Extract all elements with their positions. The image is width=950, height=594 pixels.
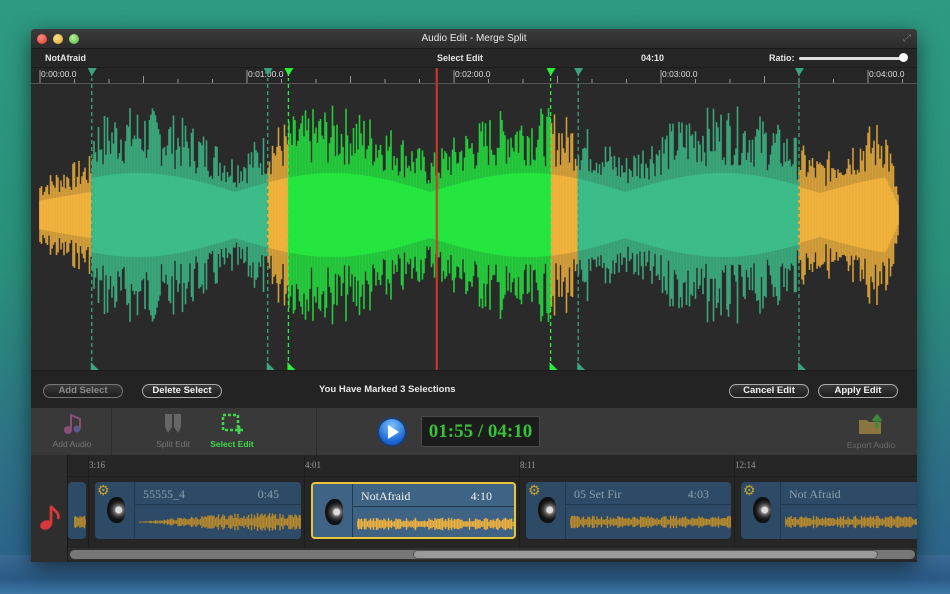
ruler-label: 0:04:00.0 <box>869 69 905 79</box>
ratio-slider[interactable] <box>799 57 905 60</box>
select-edit-button[interactable]: Select Edit <box>207 413 257 449</box>
gear-icon[interactable]: ⚙ <box>97 483 110 497</box>
audio-clip[interactable] <box>68 482 86 539</box>
selection-controls: Add Select Delete Select You Have Marked… <box>31 370 917 408</box>
selection-handle-bottom <box>287 362 296 370</box>
ruler-label: 0:03:00.0 <box>662 69 698 79</box>
app-window: Audio Edit - Merge Split ⤢ NotAfraid Sel… <box>31 29 917 562</box>
clip-name: 55555_4 <box>143 487 185 501</box>
select-edit-label: Select Edit <box>210 439 254 449</box>
ruler-label: 0:02:00.0 <box>455 69 491 79</box>
gear-icon[interactable]: ⚙ <box>528 483 541 497</box>
playback-timer: 01:55 / 04:10 <box>421 416 540 447</box>
track-name: NotAfraid <box>45 53 86 63</box>
selection-handle-bottom <box>90 362 99 370</box>
marker-time: 12:14 <box>735 460 756 470</box>
marker-time: 8:11 <box>520 460 536 470</box>
waveform-editor[interactable] <box>31 84 917 370</box>
selection-handle-bottom <box>549 362 558 370</box>
clip-duration: 4:10 <box>470 489 492 503</box>
audio-clip[interactable]: ⚙ 55555_4 0:45 <box>95 482 301 539</box>
ratio-label: Ratio: <box>769 53 795 63</box>
clip-waveform <box>74 515 86 529</box>
selection-handle-bottom <box>577 362 586 370</box>
info-bar: NotAfraid Select Edit 04:10 Ratio: <box>31 49 917 68</box>
mode-label: Select Edit <box>437 53 484 63</box>
ruler-label: 0:00:00.0 <box>41 69 77 79</box>
selection-status: You Have Marked 3 Selections <box>319 384 456 395</box>
music-notes-icon <box>64 413 81 434</box>
marker-time: 3:16 <box>89 460 106 470</box>
audio-clip[interactable]: ⚙ 05 Set Fir 4:03 <box>526 482 731 539</box>
play-button[interactable] <box>377 417 407 447</box>
audio-clip-selected[interactable]: NotAfraid 4:10 <box>311 482 516 539</box>
track-header <box>31 455 68 562</box>
title-bar: Audio Edit - Merge Split ⤢ <box>31 29 917 49</box>
gear-icon[interactable]: ⚙ <box>743 483 756 497</box>
select-region-icon <box>221 413 243 434</box>
time-ruler[interactable]: 0:00:00.0 0:01:00.0 0:02:00.0 0:03:00.0 0:04… <box>31 68 917 84</box>
timeline: 3:16 4:01 8:11 12:14 ⚙ 55555_4 0:45 NotA… <box>31 455 917 562</box>
marker-time: 4:01 <box>305 460 322 470</box>
clip-name: 05 Set Fir <box>574 487 622 501</box>
clip-waveform <box>570 515 731 529</box>
window-title: Audio Edit - Merge Split <box>421 33 527 44</box>
export-folder-icon <box>859 413 883 434</box>
speaker-icon <box>107 497 125 523</box>
toolbar: Add Audio Split Edit Select Edit 01:55 /… <box>31 408 917 455</box>
duration-label: 04:10 <box>641 53 665 63</box>
speaker-icon <box>325 499 343 525</box>
clip-name: Not Afraid <box>789 487 841 501</box>
selection-handle-bottom <box>798 362 806 370</box>
export-audio-label: Export Audio <box>846 440 896 450</box>
delete-select-button[interactable]: Delete Select <box>142 384 222 398</box>
split-icon <box>165 414 181 433</box>
selection-handle-bottom <box>266 362 275 370</box>
clip-name: NotAfraid <box>361 489 411 503</box>
clip-duration: 0:45 <box>257 487 279 501</box>
apply-edit-button[interactable]: Apply Edit <box>818 384 898 398</box>
split-edit-label: Split Edit <box>156 439 190 449</box>
add-audio-label: Add Audio <box>52 439 92 449</box>
cancel-edit-button[interactable]: Cancel Edit <box>729 384 809 398</box>
speaker-icon <box>538 497 556 523</box>
export-audio-button[interactable]: Export Audio <box>841 413 901 450</box>
timeline-ruler: 3:16 4:01 8:11 12:14 <box>68 455 917 477</box>
clip-waveform <box>139 513 301 531</box>
add-audio-button[interactable]: Add Audio <box>45 411 99 449</box>
clip-waveform <box>785 515 917 529</box>
clip-waveform <box>357 517 514 531</box>
audio-clip[interactable]: ⚙ Not Afraid 4:1 <box>741 482 917 539</box>
clip-duration: 4:03 <box>687 487 709 501</box>
music-note-icon <box>40 505 60 530</box>
ratio-slider-knob[interactable] <box>899 53 908 62</box>
speaker-icon <box>753 497 771 523</box>
fullscreen-icon[interactable]: ⤢ <box>903 33 911 44</box>
add-select-button[interactable]: Add Select <box>43 384 123 398</box>
scrollbar-thumb[interactable] <box>413 550 878 559</box>
horizontal-scrollbar[interactable] <box>68 548 917 560</box>
split-edit-button[interactable]: Split Edit <box>148 413 198 449</box>
